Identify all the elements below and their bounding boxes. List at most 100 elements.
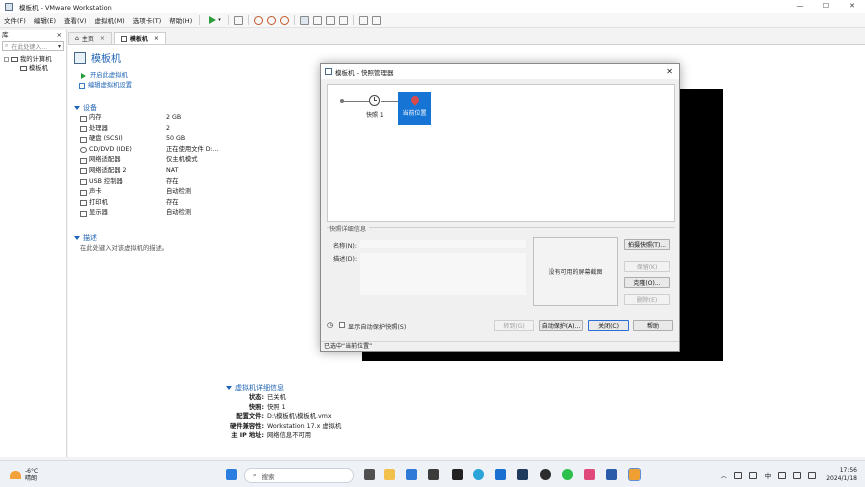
menu-vm[interactable]: 虚拟机(M) [91, 15, 129, 25]
snapshot-description-field[interactable] [360, 253, 526, 295]
steam-icon[interactable] [517, 469, 528, 480]
tab-close-icon[interactable]: × [154, 35, 159, 42]
app-icon[interactable] [495, 469, 506, 480]
maximize-button[interactable]: ☐ [813, 0, 839, 13]
send-ctrl-alt-del-icon[interactable] [233, 15, 243, 25]
device-row[interactable]: USB 控制器 存在 [80, 177, 220, 188]
snapshot-tree[interactable]: 快照 1 当前位置 [327, 84, 675, 222]
menu-tabs[interactable]: 选项卡(T) [129, 15, 166, 25]
description-header[interactable]: 描述 [74, 233, 97, 243]
delete-button[interactable]: 删除(E) [624, 294, 670, 305]
stretch-view-icon[interactable] [371, 15, 381, 25]
tree-item-vm[interactable]: 模板机 [0, 64, 66, 73]
clone-button[interactable]: 克隆(O)... [624, 277, 670, 288]
device-row[interactable]: 声卡 自动检测 [80, 187, 220, 198]
snapshot-name-field[interactable] [360, 240, 526, 248]
ime-indicator[interactable]: 中 [765, 470, 772, 480]
show-autoprotect-checkbox[interactable] [339, 322, 345, 328]
library-panel: 库 × ⌕ 在此处键入... ▾ 我的计算机 模板机 [0, 30, 67, 457]
vm-actions: 开启此虚拟机 编辑虚拟机设置 [79, 71, 132, 91]
vm-title: 模板机 [74, 50, 121, 65]
keep-button[interactable]: 保留(K) [624, 261, 670, 272]
power-on-icon[interactable] [209, 16, 217, 24]
title-bar: 模板机 - VMware Workstation — ☐ ✕ [0, 0, 865, 13]
library-close-icon[interactable]: × [57, 30, 62, 41]
power-on-link[interactable]: 开启此虚拟机 [79, 71, 132, 81]
edge-icon[interactable] [473, 469, 484, 480]
disk-icon [80, 136, 87, 143]
snapshot-label[interactable]: 快照 1 [366, 110, 384, 119]
snapshot-revert-icon[interactable] [266, 15, 276, 25]
library-search-input[interactable]: ⌕ 在此处键入... ▾ [2, 41, 64, 51]
menu-file[interactable]: 文件(F) [0, 15, 30, 25]
snapshot-manager-icon[interactable] [279, 15, 289, 25]
device-row[interactable]: 网络适配器 2 NAT [80, 166, 220, 177]
task-view-icon[interactable] [364, 469, 375, 480]
tray-chevron-icon[interactable]: ︿ [721, 471, 727, 480]
vm-icon [20, 66, 27, 71]
library-view-icon[interactable] [299, 15, 309, 25]
tab-home[interactable]: ⌂ 主页 × [68, 32, 112, 44]
cloud-icon[interactable] [733, 471, 742, 479]
power-dropdown-icon[interactable]: ▾ [218, 17, 221, 23]
device-row[interactable]: 处理器 2 [80, 124, 220, 135]
snapshot-take-icon[interactable] [253, 15, 263, 25]
app-icon[interactable] [406, 469, 417, 480]
edit-settings-link[interactable]: 编辑虚拟机设置 [79, 81, 132, 91]
close-button[interactable]: 关闭(C) [588, 320, 629, 331]
device-row[interactable]: 打印机 存在 [80, 198, 220, 209]
tab-close-icon[interactable]: × [100, 35, 105, 42]
wechat-icon[interactable] [562, 469, 573, 480]
taskbar-search[interactable]: ⌕ 搜索 [244, 468, 354, 483]
device-row[interactable]: 显示器 自动检测 [80, 208, 220, 219]
description-text[interactable]: 在此处键入对该虚拟机的描述。 [80, 243, 168, 252]
menu-view[interactable]: 查看(V) [60, 15, 91, 25]
tab-vm[interactable]: 模板机 × [113, 32, 166, 44]
menu-help[interactable]: 帮助(H) [165, 15, 196, 25]
battery-icon[interactable] [808, 471, 817, 479]
weather-widget[interactable]: -6°C 晴朗 [10, 468, 38, 482]
location-pin-icon [408, 94, 421, 106]
close-window-button[interactable]: ✕ [839, 0, 865, 13]
app-icon[interactable] [452, 469, 463, 480]
snapshot-clock-icon[interactable] [369, 95, 380, 106]
help-button[interactable]: 帮助 [633, 320, 673, 331]
vmware-taskbar-icon[interactable] [628, 468, 641, 481]
monitor-icon [80, 210, 87, 217]
word-icon[interactable] [606, 469, 617, 480]
take-snapshot-button[interactable]: 拍摄快照(T)... [624, 239, 670, 250]
app-icon[interactable] [428, 469, 439, 480]
tree-collapse-icon[interactable] [4, 57, 9, 62]
file-explorer-icon[interactable] [384, 469, 395, 480]
vm-details-header[interactable]: 虚拟机详细信息 [226, 383, 284, 393]
autoprotect-button[interactable]: 自动保护(A)... [539, 320, 583, 331]
vmware-app-icon [5, 2, 13, 11]
device-row[interactable]: 硬盘 (SCSI) 50 GB [80, 134, 220, 145]
dialog-close-button[interactable]: ✕ [666, 67, 673, 76]
goto-button[interactable]: 转到(G) [494, 320, 534, 331]
fullscreen-icon[interactable] [325, 15, 335, 25]
thumbnail-view-icon[interactable] [312, 15, 322, 25]
device-row[interactable]: 内存 2 GB [80, 113, 220, 124]
devices-header[interactable]: 设备 [74, 103, 97, 113]
unity-icon[interactable] [338, 15, 348, 25]
windows-start-icon[interactable] [226, 469, 237, 480]
search-dropdown-icon[interactable]: ▾ [58, 43, 61, 50]
show-autoprotect-label[interactable]: 显示自动保护快照(S) [348, 322, 406, 331]
taskbar-clock[interactable]: 17:56 2024/1/18 [826, 467, 857, 483]
console-view-icon[interactable] [358, 15, 368, 25]
menu-edit[interactable]: 编辑(E) [30, 15, 60, 25]
window-title: 模板机 - VMware Workstation [19, 3, 112, 12]
app-icon[interactable] [584, 469, 595, 480]
current-state-node[interactable]: 当前位置 [398, 92, 431, 125]
app-icon[interactable] [540, 469, 551, 480]
cd-icon [80, 147, 87, 154]
minimize-button[interactable]: — [787, 0, 813, 13]
network-icon[interactable] [748, 471, 757, 479]
tree-item-my-computer[interactable]: 我的计算机 [0, 55, 66, 64]
windows-taskbar: -6°C 晴朗 ⌕ 搜索 ︿ 中 17:56 2024/1/18 [0, 460, 865, 487]
volume-icon[interactable] [793, 471, 802, 479]
wifi-icon[interactable] [778, 471, 787, 479]
device-row[interactable]: 网络适配器 仅主机模式 [80, 155, 220, 166]
device-row[interactable]: CD/DVD (IDE) 正在使用文件 D:... [80, 145, 220, 156]
